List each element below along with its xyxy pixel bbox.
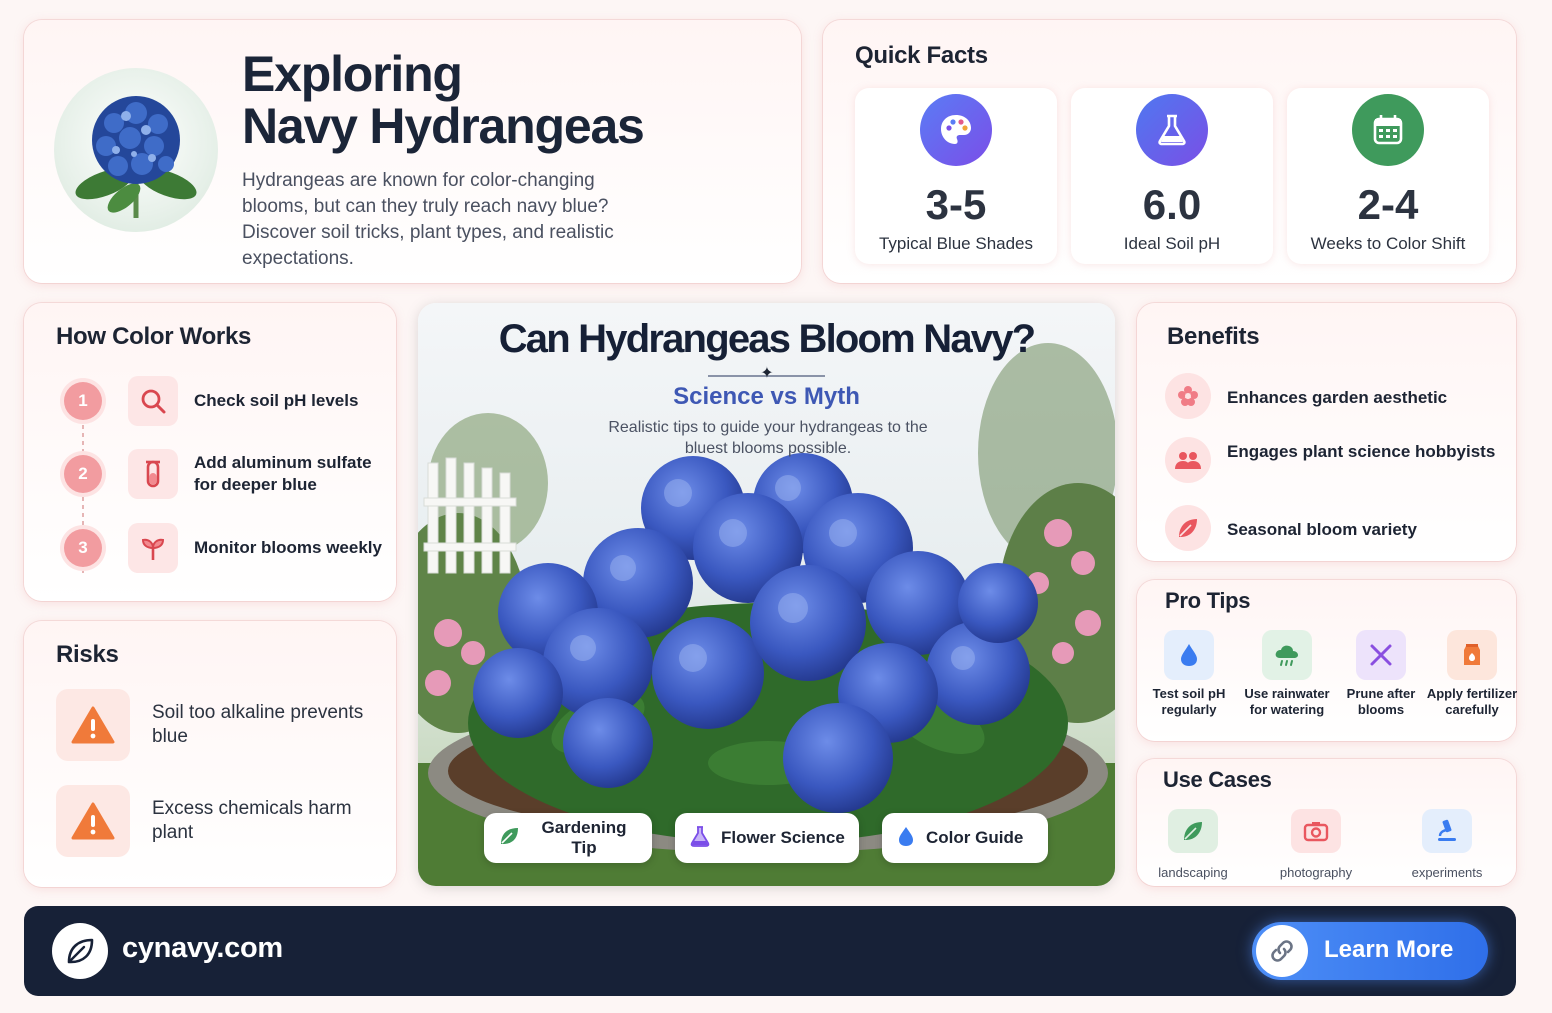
pill-label: Flower Science — [721, 828, 845, 847]
benefit-label: Enhances garden aesthetic — [1227, 388, 1448, 407]
benefit-item: Engages plant science hobbyists — [1165, 437, 1505, 485]
people-icon — [1165, 437, 1211, 483]
droplet-icon — [1164, 630, 1214, 680]
droplet-icon — [896, 825, 916, 852]
fact-label: Ideal Soil pH — [1123, 234, 1221, 253]
use-case-label: landscaping — [1158, 865, 1228, 880]
risks-card: Risks Soil too alkaline prevents blue Ex… — [24, 621, 396, 887]
tip-label: Test soil pH regularly — [1152, 686, 1226, 717]
benefit-item: Seasonal bloom variety — [1165, 505, 1505, 553]
sparkle-icon: ✦ — [760, 365, 774, 382]
flower-science-pill[interactable]: Flower Science — [675, 813, 859, 863]
step-label: Monitor blooms weekly — [194, 538, 382, 557]
leaf-icon — [1168, 809, 1218, 853]
feature-subtitle: Science vs Myth — [673, 383, 860, 410]
risks-title: Risks — [56, 641, 119, 668]
step-3: 3 Monitor blooms weekly — [64, 523, 384, 573]
use-case-item: landscaping — [1138, 809, 1248, 881]
use-case-label: photography — [1279, 865, 1353, 880]
benefit-label: Engages plant science hobbyists — [1227, 442, 1496, 461]
fact-label: Weeks to Color Shift — [1310, 234, 1466, 253]
tip-item: Prune after blooms — [1335, 630, 1427, 718]
step-2: 2 Add aluminum sulfate for deeper blue — [64, 449, 384, 499]
pro-tips-title: Pro Tips — [1165, 588, 1251, 613]
use-cases-title: Use Cases — [1163, 767, 1272, 792]
step-1: 1 Check soil pH levels — [64, 376, 384, 426]
link-icon — [1256, 925, 1308, 977]
fact-label: Typical Blue Shades — [878, 234, 1034, 253]
leaf-icon — [498, 825, 520, 852]
learn-more-label: Learn More — [1324, 936, 1454, 963]
sprout-icon — [128, 523, 178, 573]
footer-bar: cynavy.com Learn More — [24, 906, 1516, 996]
search-icon — [128, 376, 178, 426]
quick-facts-card: Quick Facts 3-5 Typical Blue Shades 6.0 … — [823, 20, 1516, 283]
risk-item: Soil too alkaline prevents blue — [56, 689, 376, 763]
warning-icon — [56, 785, 130, 857]
page-title: Exploring Navy Hydrangeas — [242, 48, 782, 152]
step-number: 3 — [64, 529, 102, 567]
use-case-item: photography — [1261, 809, 1371, 881]
learn-more-button[interactable]: Learn More — [1252, 922, 1488, 980]
tip-label: Use rainwater for watering — [1244, 686, 1330, 717]
site-link[interactable]: cynavy.com — [122, 932, 283, 965]
title-line-1: Exploring — [242, 46, 463, 102]
warning-icon — [56, 689, 130, 761]
fact-value: 6.0 — [1142, 181, 1202, 228]
flower-icon — [1165, 373, 1211, 419]
camera-icon — [1291, 809, 1341, 853]
fact-ideal-soil-ph: 6.0 Ideal Soil pH — [1071, 88, 1273, 264]
fact-value: 2-4 — [1357, 181, 1419, 228]
flask-icon — [689, 825, 711, 852]
feature-title: Can Hydrangeas Bloom Navy? — [498, 317, 1036, 361]
benefit-label: Seasonal bloom variety — [1227, 520, 1417, 539]
tip-label: Prune after blooms — [1346, 686, 1416, 717]
use-case-label: experiments — [1411, 865, 1483, 880]
pro-tips-card: Pro Tips Test soil pH regularly Use rain… — [1137, 580, 1518, 741]
tip-label: Apply fertilizer carefully — [1426, 686, 1518, 717]
rain-cloud-icon — [1262, 630, 1312, 680]
calendar-icon — [1352, 94, 1424, 166]
benefit-item: Enhances garden aesthetic — [1165, 373, 1505, 421]
benefits-card: Benefits Enhances garden aesthetic Engag… — [1137, 303, 1516, 561]
risk-item: Excess chemicals harm plant — [56, 785, 376, 859]
gardening-tip-pill[interactable]: Gardening Tip — [484, 813, 652, 863]
use-case-item: experiments — [1392, 809, 1502, 881]
palette-icon — [920, 94, 992, 166]
tip-item: Apply fertilizer carefully — [1426, 630, 1518, 718]
fact-typical-blue-shades: 3-5 Typical Blue Shades — [855, 88, 1057, 264]
leaf-icon — [1165, 505, 1211, 551]
fertilizer-bag-icon — [1447, 630, 1497, 680]
how-color-works-title: How Color Works — [56, 323, 252, 350]
hero-description: Hydrangeas are known for color-changing … — [242, 170, 614, 269]
test-tube-icon — [128, 449, 178, 499]
tip-item: Use rainwater for watering — [1241, 630, 1333, 718]
microscope-icon — [1422, 809, 1472, 853]
risk-label: Excess chemicals harm plant — [152, 798, 352, 843]
use-cases-card: Use Cases landscaping photography experi… — [1137, 759, 1516, 886]
pill-label: Color Guide — [926, 828, 1024, 847]
how-color-works-card: How Color Works 1 Check soil pH levels 2… — [24, 303, 396, 601]
feature-card: Can Hydrangeas Bloom Navy? ✦ Science vs … — [418, 303, 1115, 886]
quick-facts-title: Quick Facts — [855, 42, 988, 69]
hero-card: Exploring Navy Hydrangeas Hydrangeas are… — [24, 20, 801, 283]
hydrangea-flower-icon — [54, 68, 218, 232]
scissors-icon — [1356, 630, 1406, 680]
pill-label: Gardening Tip — [541, 818, 627, 857]
feature-description: Realistic tips to guide your hydrangeas … — [608, 419, 928, 457]
fact-weeks-to-color-shift: 2-4 Weeks to Color Shift — [1287, 88, 1489, 264]
flask-icon — [1136, 94, 1208, 166]
step-number: 2 — [64, 455, 102, 493]
step-label: Add aluminum sulfate for deeper blue — [194, 453, 372, 494]
step-number: 1 — [64, 382, 102, 420]
risk-label: Soil too alkaline prevents blue — [152, 702, 364, 747]
fact-value: 3-5 — [925, 181, 987, 228]
benefits-title: Benefits — [1167, 323, 1260, 350]
step-label: Check soil pH levels — [194, 391, 359, 410]
leaf-icon — [52, 923, 108, 979]
color-guide-pill[interactable]: Color Guide — [882, 813, 1048, 863]
tip-item: Test soil pH regularly — [1143, 630, 1235, 718]
title-line-2: Navy Hydrangeas — [242, 98, 645, 154]
